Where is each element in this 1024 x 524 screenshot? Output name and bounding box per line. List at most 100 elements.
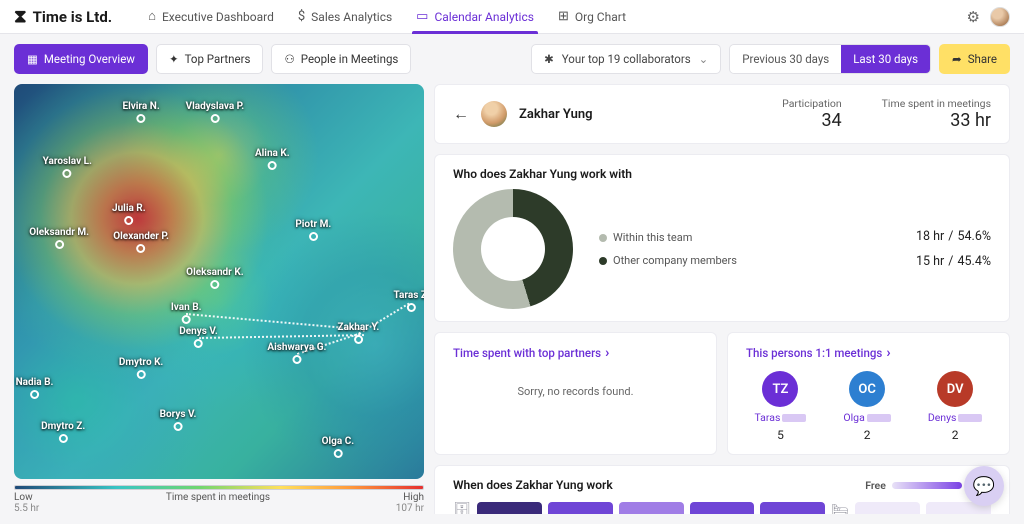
gear-icon[interactable]: ⚙ [967, 8, 980, 26]
node-label: Dmytro K. [119, 357, 163, 368]
tab-label: Sales Analytics [311, 0, 392, 34]
pin-icon [174, 422, 183, 431]
pin-icon [137, 244, 146, 253]
network-icon: ✱ [544, 52, 554, 66]
pin-icon [194, 339, 203, 348]
pin-icon [210, 114, 219, 123]
heatmap-node[interactable]: Dmytro K. [119, 357, 163, 379]
day-pill [619, 502, 684, 514]
heatmap-node[interactable]: Dmytro Z. [41, 421, 85, 443]
pin-icon [55, 240, 64, 249]
avatar[interactable] [990, 7, 1010, 27]
person-item[interactable]: TZTaras5 [755, 371, 807, 442]
meeting-count: 2 [952, 428, 959, 442]
bed-icon: 🛏 [831, 502, 849, 514]
share-icon: ➦ [952, 52, 962, 66]
day-pill [690, 502, 755, 514]
heatmap-node[interactable]: Piotr M. [295, 219, 331, 241]
pin-icon [59, 434, 68, 443]
heatmap-node[interactable]: Zakhar Y. [337, 322, 379, 344]
share-button[interactable]: ➦ Share [939, 44, 1010, 74]
node-label: Dmytro Z. [41, 421, 85, 432]
chevron-right-icon: › [605, 345, 609, 361]
time-spent-metric: Time spent in meetings 33 hr [882, 97, 991, 131]
node-label: Denys V. [179, 326, 218, 337]
one-on-one-link[interactable]: This persons 1:1 meetings › [746, 345, 991, 361]
pin-icon [137, 370, 146, 379]
link-label: Time spent with top partners [453, 346, 601, 360]
node-label: Aishwarya G. [267, 342, 326, 353]
metric-value: 34 [782, 110, 842, 131]
node-label: Zakhar Y. [337, 322, 379, 333]
heatmap-node[interactable]: Julia R. [112, 203, 146, 225]
node-label: Vladyslava P. [186, 101, 245, 112]
avatar-initials: DV [937, 371, 973, 407]
heatmap-node[interactable]: Taras Z. [394, 290, 424, 312]
node-label: Julia R. [112, 203, 146, 214]
top-partners-link[interactable]: Time spent with top partners › [453, 345, 698, 361]
calendar-icon: ▦ [27, 52, 38, 66]
previous-30-days-button[interactable]: Previous 30 days [730, 45, 841, 73]
stat-within-team: 18 hr/54.6% [916, 229, 991, 244]
date-range-segmented: Previous 30 days Last 30 days [729, 44, 931, 74]
one-on-one-card: This persons 1:1 meetings › TZTaras5 OCOl… [727, 332, 1010, 455]
person-name: Taras [755, 411, 807, 424]
heatmap-node[interactable]: Nadia B. [16, 377, 54, 399]
legend-low: Low [14, 492, 33, 503]
heatmap-node[interactable]: Olexander P. [113, 231, 169, 253]
sub-toolbar: ▦ Meeting Overview ✦ Top Partners ⚇ Peop… [0, 34, 1024, 84]
heatmap-node[interactable]: Oleksandr M. [29, 227, 89, 249]
heatmap-node[interactable]: Alina K. [255, 148, 290, 170]
dot-icon [599, 257, 607, 265]
legend-low-value: 5.5 hr [14, 503, 39, 514]
person-item[interactable]: DV Denys 2 [928, 371, 983, 442]
day-pill [855, 502, 920, 514]
heatmap-node[interactable]: Aishwarya G. [267, 342, 326, 364]
dot-icon [599, 234, 607, 242]
person-item[interactable]: OCOlga2 [843, 371, 890, 442]
heatmap-legend: Low Time spent in meetings High 5.5 hr 1… [14, 485, 424, 514]
briefcase-icon: 🗄 [453, 502, 471, 514]
people-in-meetings-button[interactable]: ⚇ People in Meetings [271, 44, 411, 74]
brand: ⧗ Time is Ltd. [14, 6, 112, 27]
heatmap-node[interactable]: Vladyslava P. [186, 101, 245, 123]
pin-icon [292, 355, 301, 364]
stat-hours: 15 hr [916, 254, 944, 269]
top-nav: ⧗ Time is Ltd. ⌂ Executive Dashboard $ S… [0, 0, 1024, 34]
collaborators-dropdown[interactable]: ✱ Your top 19 collaborators ⌄ [531, 44, 721, 74]
heatmap-node[interactable]: Olga C. [322, 436, 355, 458]
meeting-overview-button[interactable]: ▦ Meeting Overview [14, 44, 148, 74]
heatmap-node[interactable]: Ivan B. [171, 302, 202, 324]
button-label: Top Partners [185, 52, 251, 66]
stat-pct: 54.6% [957, 229, 991, 244]
card-title: When does Zakhar Yung work [453, 478, 613, 492]
top-partners-button[interactable]: ✦ Top Partners [156, 44, 264, 74]
person-name: Denys [928, 411, 983, 424]
heatmap-node[interactable]: Yaroslav L. [43, 156, 92, 178]
heatmap-node[interactable]: Borys V. [160, 409, 197, 431]
heatmap-node[interactable]: Elvira N. [122, 101, 159, 123]
legend-label: Other company members [613, 254, 737, 267]
legend-title: Time spent in meetings [166, 492, 270, 503]
nav-tabs: ⌂ Executive Dashboard $ Sales Analytics … [136, 0, 638, 34]
tab-calendar-analytics[interactable]: ▭ Calendar Analytics [404, 0, 546, 34]
node-label: Taras Z. [394, 290, 424, 301]
tab-label: Calendar Analytics [434, 0, 533, 34]
node-label: Piotr M. [295, 219, 331, 230]
legend-gradient [892, 482, 962, 489]
last-30-days-button[interactable]: Last 30 days [841, 45, 930, 73]
collaboration-heatmap[interactable]: Elvira N. Vladyslava P. Yaroslav L. Alina K… [14, 84, 424, 479]
heatmap-node[interactable]: Oleksandr K. [186, 267, 243, 289]
brand-text: Time is Ltd. [33, 8, 112, 26]
tab-sales-analytics[interactable]: $ Sales Analytics [286, 0, 404, 34]
node-label: Olexander P. [113, 231, 169, 242]
hourglass-icon: ⧗ [14, 6, 27, 27]
heatmap-node[interactable]: Denys V. [179, 326, 218, 348]
tab-executive-dashboard[interactable]: ⌂ Executive Dashboard [136, 0, 286, 34]
tab-org-chart[interactable]: ⊞ Org Chart [546, 0, 638, 34]
person-name: Olga [843, 411, 890, 424]
back-arrow-icon[interactable]: ← [453, 104, 469, 124]
stat-hours: 18 hr [916, 229, 944, 244]
chat-fab[interactable]: 💬 [964, 466, 1004, 506]
pin-icon [354, 335, 363, 344]
